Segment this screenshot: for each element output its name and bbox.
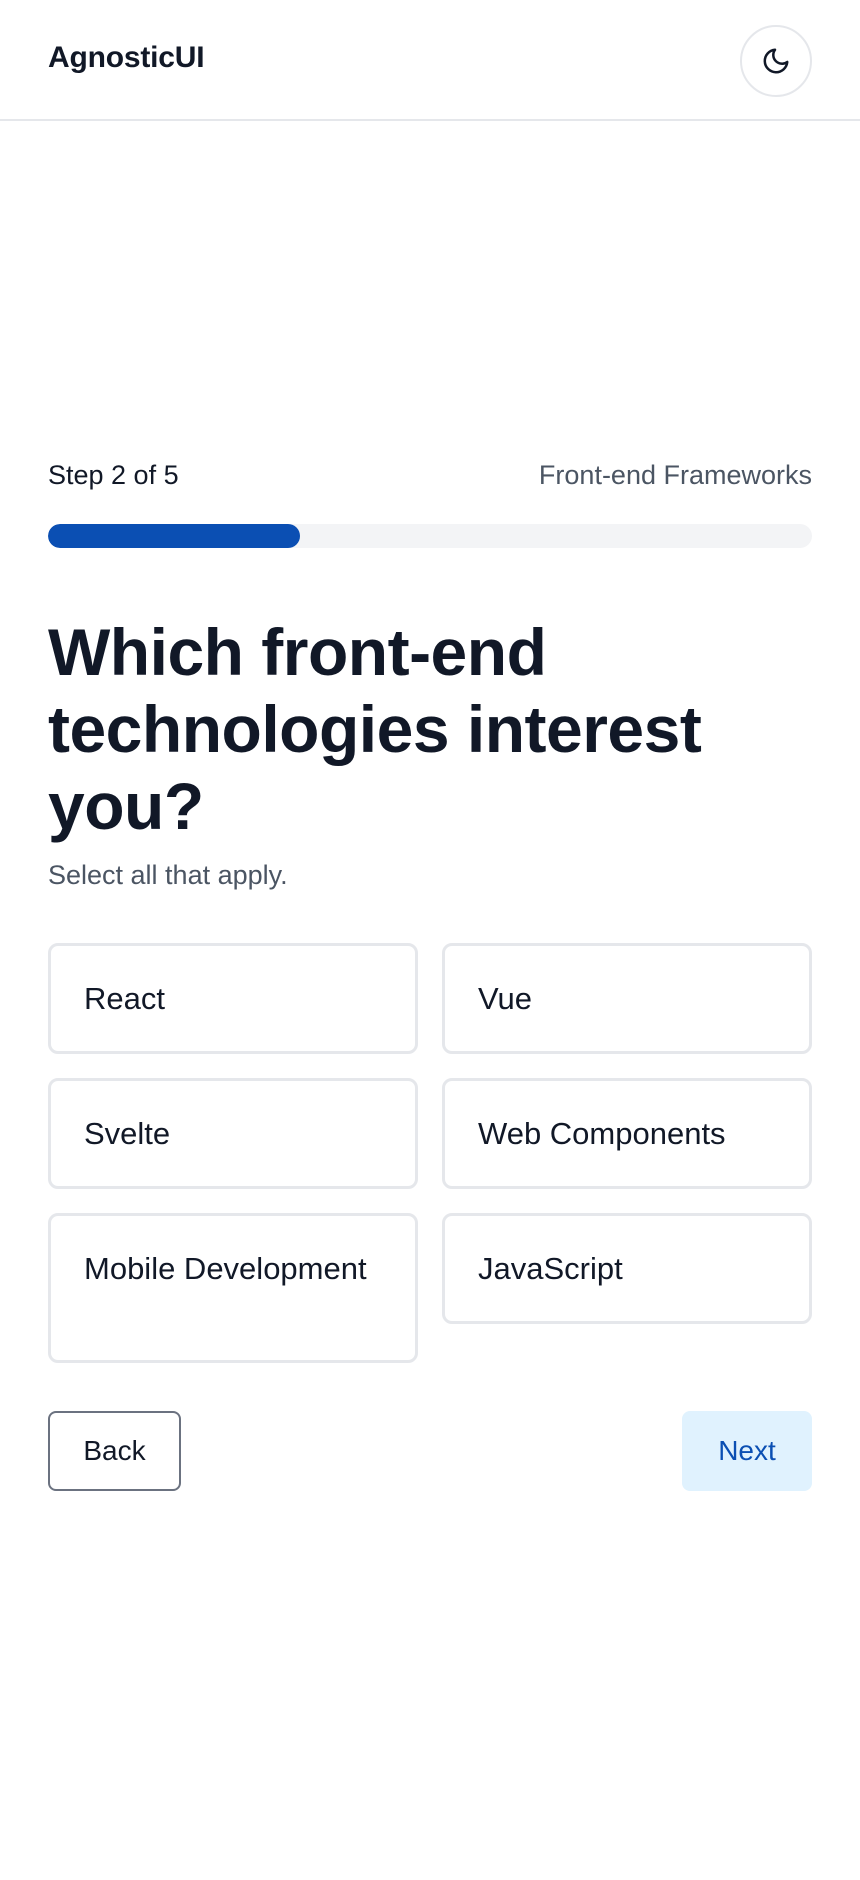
progress-bar	[48, 524, 812, 548]
top-bar: AgnosticUI	[0, 0, 860, 121]
question-heading: Which front-end technologies interest yo…	[48, 615, 702, 843]
next-button[interactable]: Next	[682, 1411, 812, 1491]
option-react[interactable]: React	[48, 943, 418, 1054]
progress-bar-fill	[48, 524, 301, 548]
theme-toggle-button[interactable]	[740, 25, 812, 97]
brand-logo-text[interactable]: AgnosticUI	[48, 41, 205, 75]
option-javascript[interactable]: JavaScript	[442, 1213, 812, 1324]
question-hint: Select all that apply.	[48, 860, 288, 890]
back-button[interactable]: Back	[48, 1411, 181, 1491]
option-vue[interactable]: Vue	[442, 943, 812, 1054]
option-mobile-development[interactable]: Mobile Development	[48, 1213, 418, 1363]
option-web-components[interactable]: Web Components	[442, 1078, 812, 1189]
step-name: Front-end Frameworks	[538, 460, 812, 490]
step-indicator: Step 2 of 5 Front-end Frameworks	[48, 460, 812, 496]
step-counter: Step 2 of 5	[48, 460, 179, 490]
moon-icon	[761, 46, 791, 76]
option-svelte[interactable]: Svelte	[48, 1078, 418, 1189]
